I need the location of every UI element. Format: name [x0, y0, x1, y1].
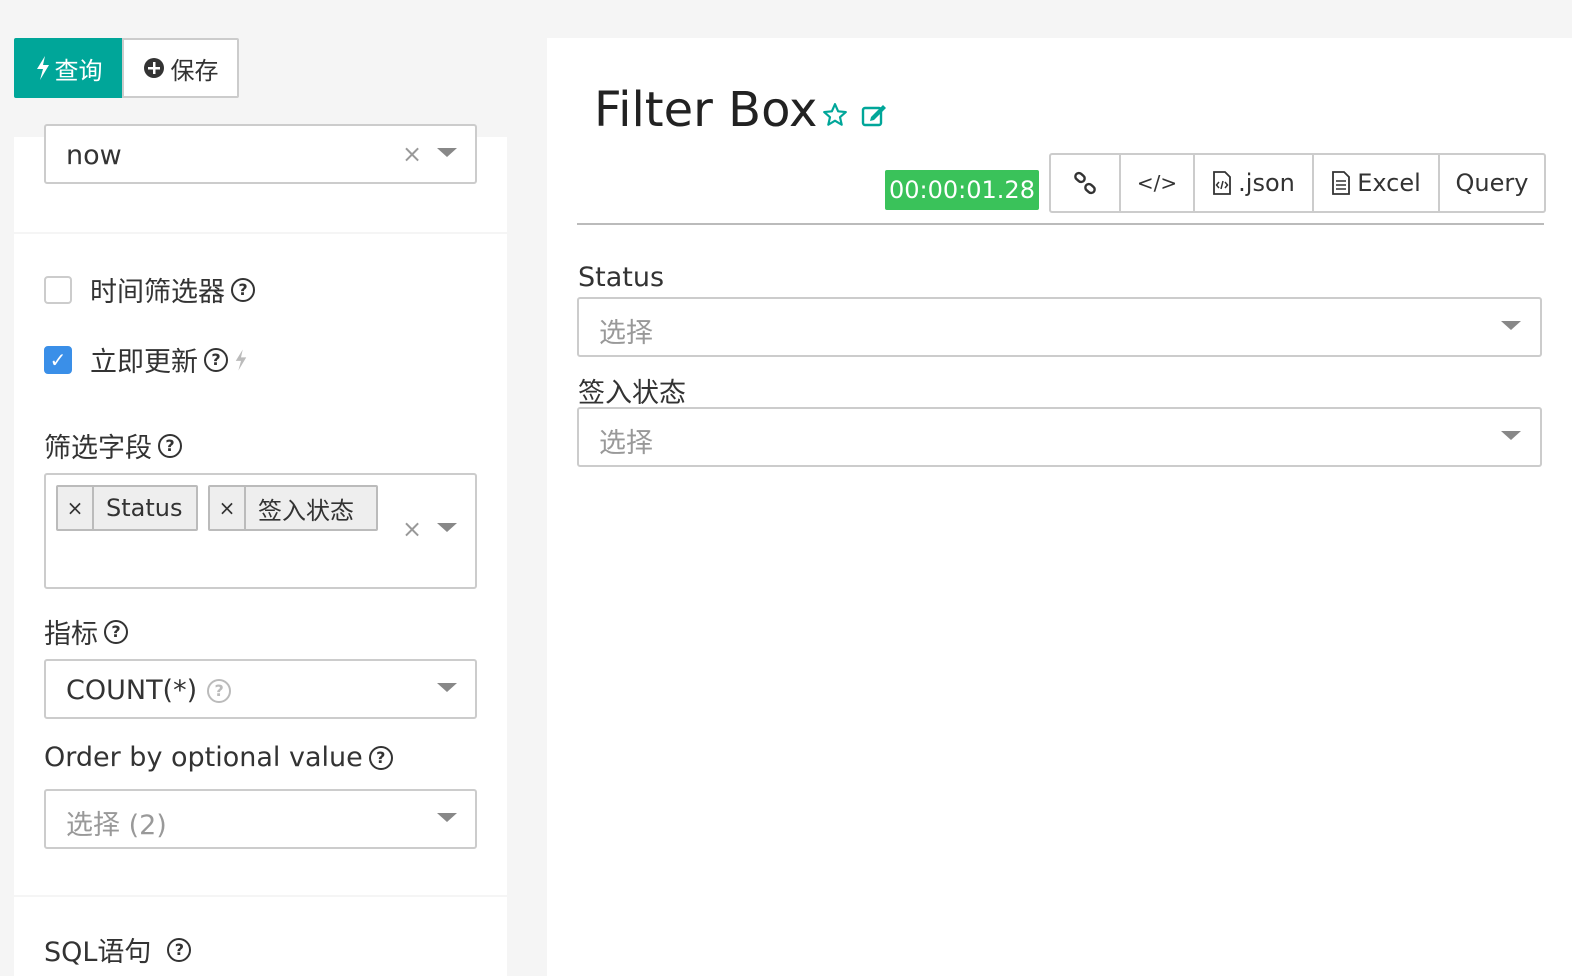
link-button[interactable]: [1051, 155, 1121, 211]
query-button-label: 查询: [54, 56, 103, 85]
filter-tag: × Status: [56, 485, 198, 531]
filter-fields-heading: 筛选字段 ?: [44, 426, 182, 465]
clear-icon[interactable]: ×: [402, 515, 422, 543]
metric-select[interactable]: COUNT(*) ?: [44, 659, 477, 719]
time-filter-row: 时间筛选器 ?: [44, 270, 255, 309]
star-icon[interactable]: [822, 102, 848, 128]
help-icon[interactable]: ?: [167, 937, 192, 962]
filter-tag: × 签入状态: [208, 485, 378, 531]
sql-label: SQL语句: [44, 937, 152, 968]
chevron-down-icon[interactable]: [1501, 321, 1521, 330]
clear-icon[interactable]: ×: [402, 140, 422, 168]
chart-title: Filter Box: [594, 82, 818, 138]
checkin-filter-select[interactable]: 选择: [577, 407, 1542, 467]
instant-update-checkbox[interactable]: ✓: [44, 345, 72, 374]
metric-value-wrap: COUNT(*) ?: [66, 675, 232, 706]
chevron-down-icon[interactable]: [437, 813, 457, 822]
filter-label-checkin: 签入状态: [578, 378, 686, 409]
metric-value: COUNT(*): [66, 675, 198, 706]
filter-tag-label: Status: [106, 494, 183, 522]
query-button[interactable]: 查询: [14, 38, 123, 98]
bolt-icon: [36, 56, 49, 80]
time-filter-label: 时间筛选器: [90, 277, 225, 308]
status-filter-placeholder: 选择: [599, 318, 653, 349]
since-value: now: [66, 140, 122, 171]
query-timer: 00:00:01.28: [885, 170, 1039, 210]
instant-update-label: 立即更新: [90, 347, 198, 378]
help-icon[interactable]: ?: [368, 745, 393, 770]
json-button[interactable]: .json: [1195, 155, 1314, 211]
section-divider: [14, 232, 507, 234]
save-button[interactable]: 保存: [122, 38, 239, 98]
excel-button[interactable]: Excel: [1314, 155, 1440, 211]
chevron-down-icon[interactable]: [1501, 431, 1521, 440]
filter-label-status: Status: [578, 262, 665, 293]
filter-fields-select[interactable]: × Status × 签入状态 ×: [44, 473, 477, 589]
filter-fields-label: 筛选字段: [44, 433, 152, 464]
time-filter-checkbox[interactable]: [44, 275, 72, 304]
json-label: .json: [1238, 169, 1295, 197]
view-query-button[interactable]: Query: [1440, 155, 1544, 211]
order-label: Order by optional value: [44, 742, 363, 773]
excel-label: Excel: [1357, 169, 1421, 197]
file-text-icon: [1332, 171, 1351, 195]
file-code-icon: [1213, 171, 1232, 195]
remove-tag-icon[interactable]: ×: [210, 487, 246, 529]
edit-icon[interactable]: [861, 102, 889, 128]
bolt-icon: [235, 349, 247, 370]
since-select[interactable]: now ×: [44, 124, 477, 184]
section-divider: [14, 895, 507, 897]
status-filter-select[interactable]: 选择: [577, 297, 1542, 357]
header-divider: [577, 223, 1544, 225]
query-label: Query: [1455, 169, 1529, 197]
instant-update-row: ✓ 立即更新 ?: [44, 340, 248, 379]
metric-heading: 指标 ?: [44, 612, 128, 651]
plus-circle-icon: [143, 58, 164, 78]
chevron-down-icon[interactable]: [437, 148, 457, 157]
code-icon: </>: [1136, 171, 1178, 195]
link-icon: [1074, 171, 1096, 195]
order-placeholder: 选择 (2): [66, 810, 167, 841]
help-icon[interactable]: ?: [207, 678, 232, 703]
order-heading: Order by optional value ?: [44, 742, 393, 773]
filter-tag-label: 签入状态: [258, 496, 354, 525]
sql-heading: SQL语句 ?: [44, 930, 192, 969]
order-select[interactable]: 选择 (2): [44, 789, 477, 849]
remove-tag-icon[interactable]: ×: [58, 487, 94, 529]
chart-actions: </> .json Excel Query: [1049, 153, 1546, 213]
help-icon[interactable]: ?: [231, 277, 255, 302]
embed-code-button[interactable]: </>: [1121, 155, 1195, 211]
chevron-down-icon[interactable]: [437, 683, 457, 692]
metric-label: 指标: [44, 619, 98, 650]
help-icon[interactable]: ?: [158, 433, 182, 458]
help-icon[interactable]: ?: [104, 619, 128, 644]
chevron-down-icon[interactable]: [437, 523, 457, 532]
save-button-label: 保存: [170, 56, 219, 85]
help-icon[interactable]: ?: [204, 347, 228, 372]
checkin-filter-placeholder: 选择: [599, 428, 653, 459]
